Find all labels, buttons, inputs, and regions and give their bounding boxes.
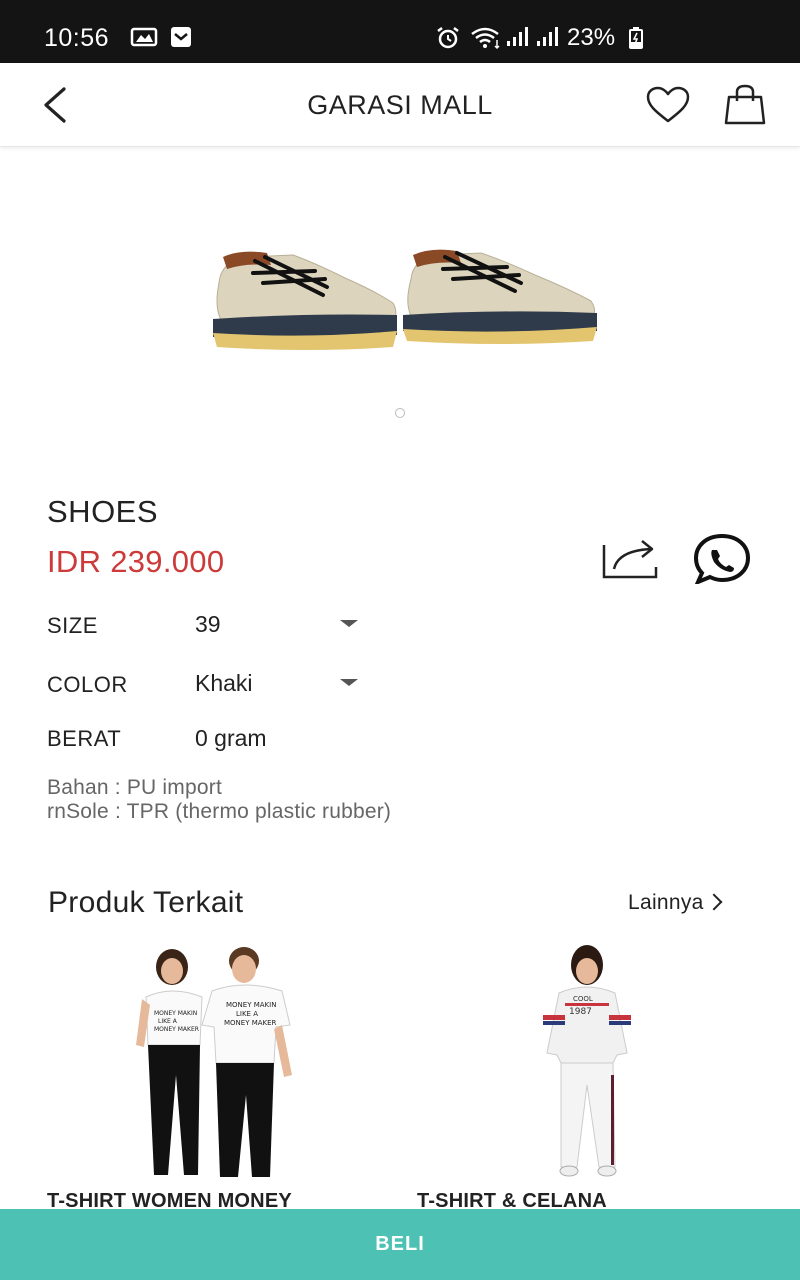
signal-icon-2 bbox=[537, 27, 558, 46]
see-more-label: Lainnya bbox=[628, 891, 704, 914]
weight-label: BERAT bbox=[47, 726, 122, 751]
svg-text:MONEY MAKIN: MONEY MAKIN bbox=[154, 1010, 197, 1017]
related-product-card[interactable]: COOL 1987 T-SHIRT & CELANA bbox=[417, 940, 757, 1212]
svg-text:MONEY MAKIN: MONEY MAKIN bbox=[226, 1001, 276, 1009]
app-header: GARASI MALL bbox=[0, 63, 800, 147]
product-description: Bahan : PU import rnSole : TPR (thermo p… bbox=[47, 776, 391, 824]
status-bar: 10:56 23% bbox=[0, 0, 800, 63]
chevron-right-icon bbox=[705, 893, 723, 911]
related-product-photo-tracksuit: COOL 1987 bbox=[543, 945, 631, 1177]
related-product-photo-couple-tshirts: MONEY MAKIN LIKE A MONEY MAKER MONEY MAK… bbox=[136, 947, 292, 1177]
whatsapp-icon[interactable] bbox=[690, 532, 754, 584]
product-photo-shoes bbox=[213, 249, 597, 350]
description-line: rnSole : TPR (thermo plastic rubber) bbox=[47, 800, 392, 823]
gallery-notification-icon bbox=[130, 27, 158, 47]
svg-text:LIKE A: LIKE A bbox=[236, 1010, 258, 1018]
buy-button[interactable]: BELI bbox=[0, 1209, 800, 1280]
battery-percent: 23% bbox=[567, 24, 616, 51]
size-label: SIZE bbox=[47, 613, 98, 638]
svg-text:LIKE A: LIKE A bbox=[158, 1018, 178, 1025]
related-products-title: Produk Terkait bbox=[48, 886, 244, 919]
color-dropdown[interactable]: Khaki bbox=[180, 660, 370, 704]
battery-icon bbox=[629, 27, 643, 49]
message-notification-icon bbox=[171, 27, 191, 47]
color-label: COLOR bbox=[47, 672, 128, 697]
product-image-carousel[interactable] bbox=[0, 148, 800, 438]
product-name: SHOES bbox=[47, 494, 159, 529]
color-chevron-down-icon bbox=[340, 679, 358, 686]
svg-text:COOL: COOL bbox=[573, 995, 593, 1003]
size-chevron-down-icon bbox=[340, 620, 358, 627]
size-dropdown[interactable]: 39 bbox=[180, 602, 370, 646]
size-value: 39 bbox=[195, 611, 221, 637]
description-line: Bahan : PU import bbox=[47, 776, 222, 799]
carousel-indicator[interactable] bbox=[395, 408, 405, 418]
weight-value: 0 gram bbox=[195, 725, 267, 751]
svg-text:MONEY MAKER: MONEY MAKER bbox=[154, 1026, 199, 1033]
signal-icon bbox=[507, 27, 528, 46]
related-product-card[interactable]: MONEY MAKIN LIKE A MONEY MAKER MONEY MAK… bbox=[47, 940, 387, 1212]
svg-text:1987: 1987 bbox=[569, 1007, 592, 1017]
svg-text:MONEY MAKER: MONEY MAKER bbox=[224, 1019, 277, 1027]
status-time: 10:56 bbox=[44, 24, 110, 52]
see-more-link[interactable]: Lainnya bbox=[628, 891, 723, 915]
color-value: Khaki bbox=[195, 670, 253, 696]
shopping-bag-icon[interactable] bbox=[724, 83, 766, 127]
product-price: IDR 239.000 bbox=[47, 544, 225, 579]
alarm-icon bbox=[437, 27, 459, 49]
share-icon[interactable] bbox=[600, 535, 660, 581]
wishlist-heart-icon[interactable] bbox=[645, 85, 691, 125]
wifi-icon bbox=[471, 27, 500, 50]
